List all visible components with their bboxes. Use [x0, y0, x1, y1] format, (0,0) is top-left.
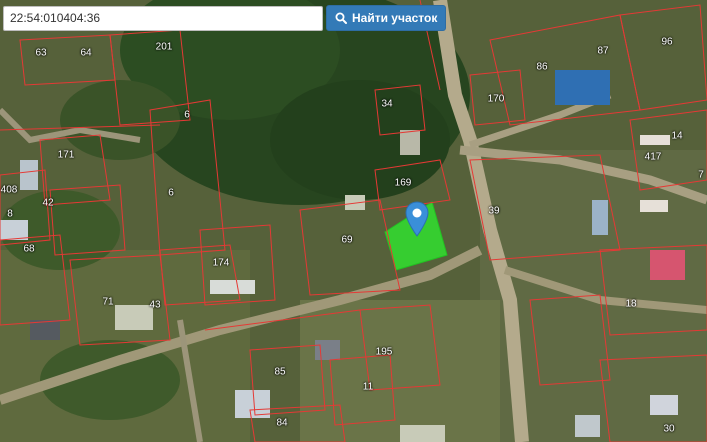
satellite-map[interactable]: 63 64 201 87 96 86 34 170 6 14 417 171 7…: [0, 0, 707, 442]
cadastral-number-input[interactable]: [3, 5, 323, 31]
search-icon: [335, 12, 347, 24]
map-imagery: [0, 0, 707, 442]
find-parcel-label: Найти участок: [352, 11, 438, 25]
find-parcel-button[interactable]: Найти участок: [326, 5, 447, 31]
search-bar: Найти участок: [3, 5, 447, 31]
map-pin-icon[interactable]: [405, 201, 429, 237]
